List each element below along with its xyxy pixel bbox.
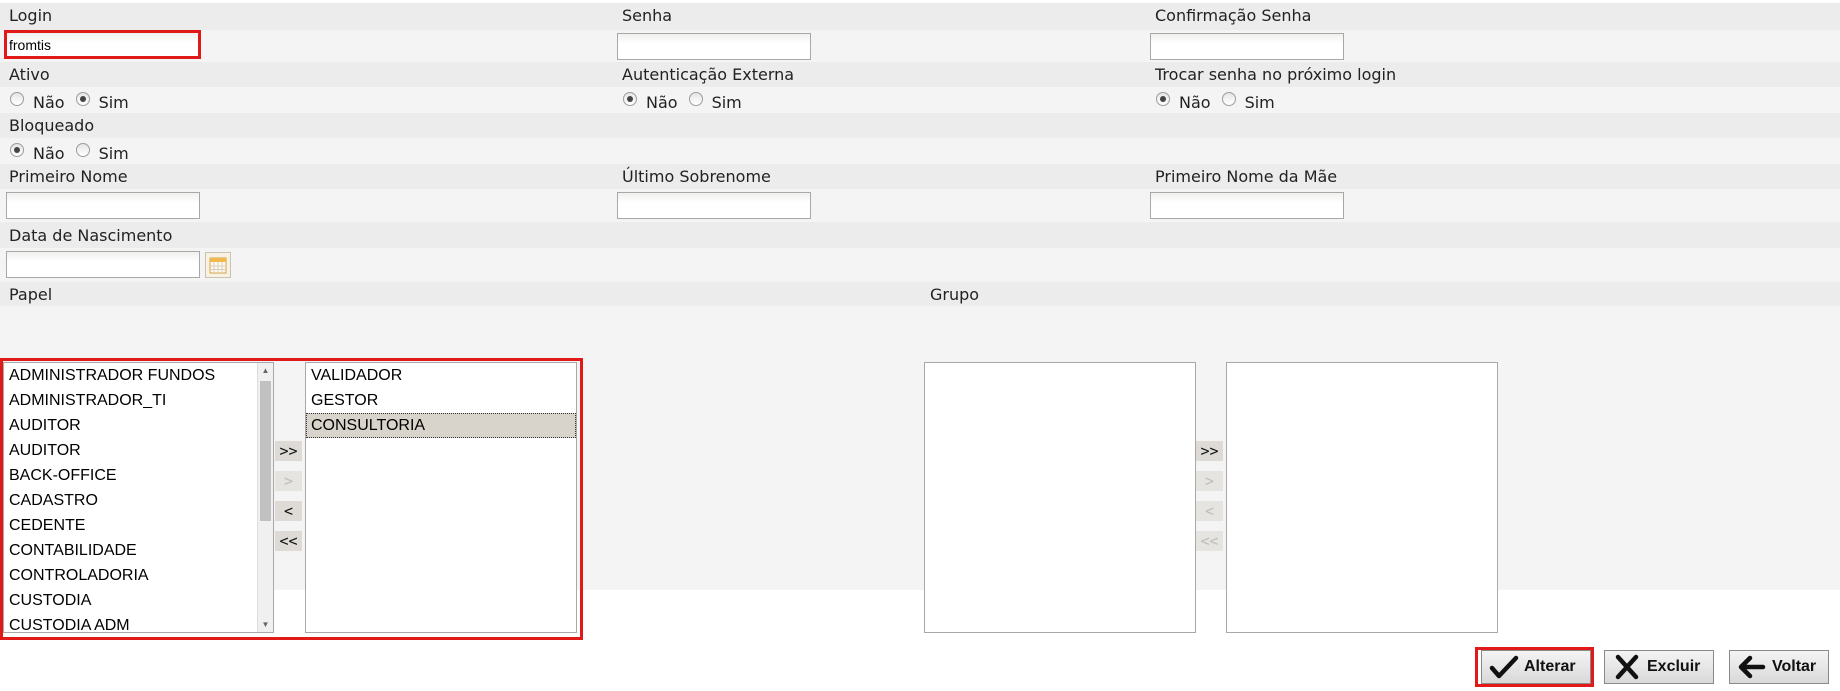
autenticacao-nao-radio[interactable] xyxy=(623,92,637,106)
login-input[interactable]: fromtis xyxy=(6,32,200,59)
grupo-label: Grupo xyxy=(930,285,980,304)
alterar-label: Alterar xyxy=(1524,658,1576,675)
list-option[interactable]: AUDITOR xyxy=(4,438,273,463)
papel-label: Papel xyxy=(9,285,53,304)
grupo-available-list[interactable] xyxy=(924,362,1196,633)
arrow-left-icon xyxy=(1738,655,1766,679)
trocar-sim-radio[interactable] xyxy=(1221,92,1236,106)
list-option[interactable]: CADASTRO xyxy=(4,488,273,513)
row-band xyxy=(0,248,1840,282)
papel-add-button[interactable]: > xyxy=(275,471,302,491)
row-band xyxy=(0,282,1840,306)
list-option[interactable]: CONSULTORIA xyxy=(306,413,576,438)
excluir-label: Excluir xyxy=(1647,658,1701,675)
confirmacao-senha-input[interactable] xyxy=(1150,33,1344,60)
trocar-senha-label: Trocar senha no próximo login xyxy=(1155,65,1397,84)
scroll-down-icon[interactable]: ▼ xyxy=(258,617,273,632)
trocar-sim-label: Sim xyxy=(1244,92,1275,112)
row-band xyxy=(0,222,1840,248)
ativo-nao-label: Não xyxy=(33,92,65,112)
ultimo-sobrenome-input[interactable] xyxy=(617,192,811,219)
bloqueado-nao-radio[interactable] xyxy=(10,143,24,157)
alterar-button[interactable]: Alterar xyxy=(1481,650,1591,684)
list-option[interactable]: GESTOR xyxy=(306,388,576,413)
login-label: Login xyxy=(9,6,53,25)
voltar-label: Voltar xyxy=(1772,658,1817,675)
row-band xyxy=(0,62,1840,87)
autenticacao-externa-label: Autenticação Externa xyxy=(622,65,795,84)
autenticacao-sim-label: Sim xyxy=(711,92,742,112)
autenticacao-nao-label: Não xyxy=(646,92,678,112)
list-option[interactable]: CONTROLADORIA xyxy=(4,563,273,588)
confirmacao-senha-label: Confirmação Senha xyxy=(1155,6,1312,25)
papel-selected-list[interactable]: VALIDADOR GESTOR CONSULTORIA xyxy=(305,362,577,633)
row-band xyxy=(0,164,1840,189)
papel-add-all-button[interactable]: >> xyxy=(275,441,302,461)
data-nascimento-label: Data de Nascimento xyxy=(9,226,173,245)
bloqueado-radio-group: Não Sim xyxy=(10,141,140,165)
list-option[interactable]: ADMINISTRADOR FUNDOS xyxy=(4,363,273,388)
row-band xyxy=(0,30,1840,62)
ativo-nao-radio[interactable] xyxy=(10,92,24,106)
scroll-up-icon[interactable]: ▲ xyxy=(258,363,273,378)
grupo-add-button[interactable]: > xyxy=(1196,471,1223,491)
bloqueado-label: Bloqueado xyxy=(9,116,95,135)
ultimo-sobrenome-label: Último Sobrenome xyxy=(622,167,771,186)
trocar-nao-label: Não xyxy=(1179,92,1211,112)
list-option[interactable]: CUSTODIA ADM xyxy=(4,613,273,632)
grupo-remove-button[interactable]: < xyxy=(1196,501,1223,521)
list-option[interactable]: AUDITOR xyxy=(4,413,273,438)
senha-label: Senha xyxy=(622,6,673,25)
papel-available-scrollbar[interactable]: ▲ ▼ xyxy=(257,363,273,632)
row-band xyxy=(0,87,1840,113)
list-option[interactable]: CEDENTE xyxy=(4,513,273,538)
row-band xyxy=(0,113,1840,138)
senha-input[interactable] xyxy=(617,33,811,60)
ativo-label: Ativo xyxy=(9,65,50,84)
calendar-icon-graphic xyxy=(209,257,227,274)
list-option[interactable]: BACK-OFFICE xyxy=(4,463,273,488)
calendar-icon[interactable] xyxy=(205,252,231,278)
bloqueado-sim-radio[interactable] xyxy=(75,143,90,157)
papel-available-list[interactable]: ADMINISTRADOR FUNDOS ADMINISTRADOR_TI AUDI… xyxy=(3,362,274,633)
ativo-sim-label: Sim xyxy=(98,92,129,112)
row-band xyxy=(0,138,1840,164)
grupo-selected-list[interactable] xyxy=(1226,362,1498,633)
papel-remove-all-button[interactable]: << xyxy=(275,531,302,551)
row-band xyxy=(0,189,1840,222)
bloqueado-sim-label: Sim xyxy=(98,143,129,163)
data-nascimento-input[interactable] xyxy=(6,251,200,278)
list-option[interactable]: ADMINISTRADOR_TI xyxy=(4,388,273,413)
ativo-sim-radio[interactable] xyxy=(75,92,90,106)
papel-remove-button[interactable]: < xyxy=(275,501,302,521)
primeiro-nome-label: Primeiro Nome xyxy=(9,167,128,186)
ativo-radio-group: Não Sim xyxy=(10,90,140,114)
list-option[interactable]: CUSTODIA xyxy=(4,588,273,613)
primeiro-nome-input[interactable] xyxy=(6,192,200,219)
primeiro-nome-mae-input[interactable] xyxy=(1150,192,1344,219)
bloqueado-nao-label: Não xyxy=(33,143,65,163)
list-option[interactable]: VALIDADOR xyxy=(306,363,576,388)
grupo-add-all-button[interactable]: >> xyxy=(1196,441,1223,461)
grupo-remove-all-button[interactable]: << xyxy=(1196,531,1223,551)
primeiro-nome-mae-label: Primeiro Nome da Mãe xyxy=(1155,167,1338,186)
trocar-senha-radio-group: Não Sim xyxy=(1156,90,1286,114)
row-band xyxy=(0,3,1840,30)
autenticacao-sim-radio[interactable] xyxy=(688,92,703,106)
check-icon xyxy=(1489,655,1519,679)
excluir-button[interactable]: Excluir xyxy=(1604,650,1714,684)
list-option[interactable]: CONTABILIDADE xyxy=(4,538,273,563)
trocar-nao-radio[interactable] xyxy=(1156,92,1170,106)
autenticacao-radio-group: Não Sim xyxy=(623,90,753,114)
voltar-button[interactable]: Voltar xyxy=(1729,650,1829,684)
scroll-thumb[interactable] xyxy=(260,381,271,521)
close-icon xyxy=(1615,654,1639,680)
